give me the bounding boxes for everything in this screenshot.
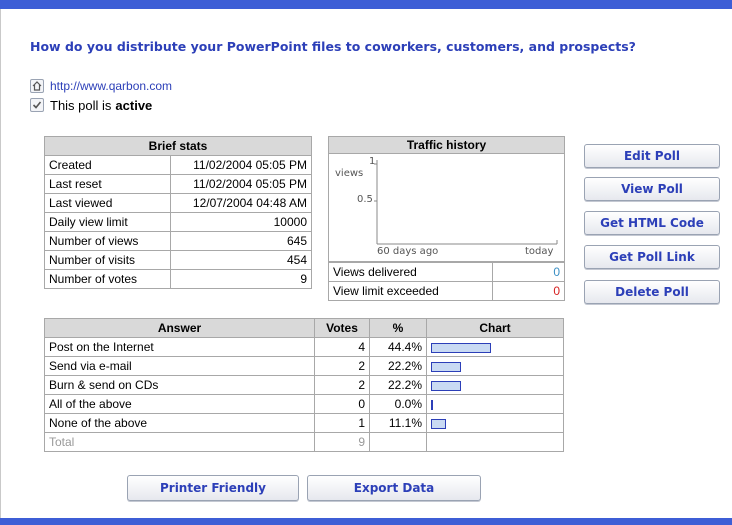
brief-stats-title: Brief stats: [44, 136, 312, 156]
get-html-code-button[interactable]: Get HTML Code: [584, 211, 720, 235]
answer-bar: [431, 361, 461, 372]
answer-percent: 11.1%: [369, 413, 427, 433]
answer-chart-cell: [426, 375, 564, 395]
total-label: Total: [44, 432, 315, 452]
answer-bar: [431, 380, 461, 391]
traffic-history-panel: Traffic history 1 views 0.5 60 days ago …: [328, 136, 565, 302]
chart-header: Chart: [426, 318, 564, 338]
poll-url-link[interactable]: http://www.qarbon.com: [50, 79, 172, 93]
total-row: Total 9: [44, 432, 564, 452]
get-poll-link-button[interactable]: Get Poll Link: [584, 245, 720, 269]
answer-row: All of the above 0 0.0%: [44, 394, 564, 414]
answer-percent: 44.4%: [369, 337, 427, 357]
answer-percent: 22.2%: [369, 356, 427, 376]
status-value: active: [115, 97, 153, 113]
stats-label: Number of votes: [44, 269, 171, 289]
answer-label: None of the above: [44, 413, 315, 433]
printer-friendly-button[interactable]: Printer Friendly: [127, 475, 299, 501]
views-delivered-label: Views delivered: [328, 262, 493, 282]
answer-percent: 0.0%: [369, 394, 427, 414]
traffic-row: View limit exceeded 0: [328, 281, 565, 301]
bottom-border: [0, 518, 732, 525]
stats-label: Daily view limit: [44, 212, 171, 232]
traffic-chart: 1 views 0.5 60 days ago today: [328, 154, 565, 262]
stats-label: Number of visits: [44, 250, 171, 270]
stats-value: 11/02/2004 05:05 PM: [170, 174, 312, 194]
total-chart-empty: [426, 432, 564, 452]
stats-value: 454: [170, 250, 312, 270]
traffic-row: Views delivered 0: [328, 262, 565, 282]
edit-poll-button[interactable]: Edit Poll: [584, 144, 720, 168]
stats-row: Number of views 645: [44, 231, 312, 251]
answer-chart-cell: [426, 337, 564, 357]
stats-label: Number of views: [44, 231, 171, 251]
answer-votes: 4: [314, 337, 370, 357]
home-icon: [30, 79, 44, 93]
answer-row: Burn & send on CDs 2 22.2%: [44, 375, 564, 395]
export-data-button[interactable]: Export Data: [307, 475, 481, 501]
answer-row: Post on the Internet 4 44.4%: [44, 337, 564, 357]
answer-header: Answer: [44, 318, 315, 338]
answer-votes: 2: [314, 375, 370, 395]
stats-row: Last viewed 12/07/2004 04:48 AM: [44, 193, 312, 213]
answer-bar: [431, 399, 433, 410]
answer-label: Send via e-mail: [44, 356, 315, 376]
answer-bar: [431, 418, 446, 429]
percent-header: %: [369, 318, 427, 338]
answer-votes: 1: [314, 413, 370, 433]
traffic-history-title: Traffic history: [328, 136, 565, 154]
answers-table: Answer Votes % Chart Post on the Interne…: [44, 318, 564, 452]
answer-votes: 2: [314, 356, 370, 376]
votes-header: Votes: [314, 318, 370, 338]
answer-label: All of the above: [44, 394, 315, 414]
check-icon: [30, 98, 44, 112]
stats-value: 645: [170, 231, 312, 251]
stats-value: 9: [170, 269, 312, 289]
answer-chart-cell: [426, 356, 564, 376]
answer-percent: 22.2%: [369, 375, 427, 395]
url-row: http://www.qarbon.com: [30, 78, 172, 94]
stats-row: Created 11/02/2004 05:05 PM: [44, 155, 312, 175]
status-row: This poll is active: [30, 97, 152, 113]
brief-stats-table: Brief stats Created 11/02/2004 05:05 PM L…: [44, 136, 312, 289]
stats-label: Last reset: [44, 174, 171, 194]
status-prefix: This poll is: [50, 97, 112, 113]
view-poll-button[interactable]: View Poll: [584, 177, 720, 201]
stats-row: Last reset 11/02/2004 05:05 PM: [44, 174, 312, 194]
poll-question: How do you distribute your PowerPoint fi…: [30, 39, 636, 54]
stats-value: 11/02/2004 05:05 PM: [170, 155, 312, 175]
answer-label: Post on the Internet: [44, 337, 315, 357]
stats-row: Daily view limit 10000: [44, 212, 312, 232]
stats-value: 12/07/2004 04:48 AM: [170, 193, 312, 213]
views-delivered-value: 0: [492, 262, 565, 282]
answer-chart-cell: [426, 394, 564, 414]
stats-label: Created: [44, 155, 171, 175]
traffic-summary-table: Views delivered 0 View limit exceeded 0: [328, 262, 565, 301]
answer-chart-cell: [426, 413, 564, 433]
answer-row: None of the above 1 11.1%: [44, 413, 564, 433]
x-tick-left: 60 days ago: [377, 246, 439, 257]
stats-row: Number of votes 9: [44, 269, 312, 289]
left-rule: [0, 9, 1, 525]
stats-value: 10000: [170, 212, 312, 232]
view-limit-exceeded-label: View limit exceeded: [328, 281, 493, 301]
answer-row: Send via e-mail 2 22.2%: [44, 356, 564, 376]
top-border: [0, 0, 732, 9]
answer-votes: 0: [314, 394, 370, 414]
stats-label: Last viewed: [44, 193, 171, 213]
total-pct-empty: [369, 432, 427, 452]
stats-row: Number of visits 454: [44, 250, 312, 270]
view-limit-exceeded-value: 0: [492, 281, 565, 301]
x-tick-right: today: [525, 246, 554, 257]
answer-label: Burn & send on CDs: [44, 375, 315, 395]
answer-bar: [431, 342, 491, 353]
total-votes: 9: [314, 432, 370, 452]
delete-poll-button[interactable]: Delete Poll: [584, 280, 720, 304]
answers-header-row: Answer Votes % Chart: [44, 318, 564, 338]
